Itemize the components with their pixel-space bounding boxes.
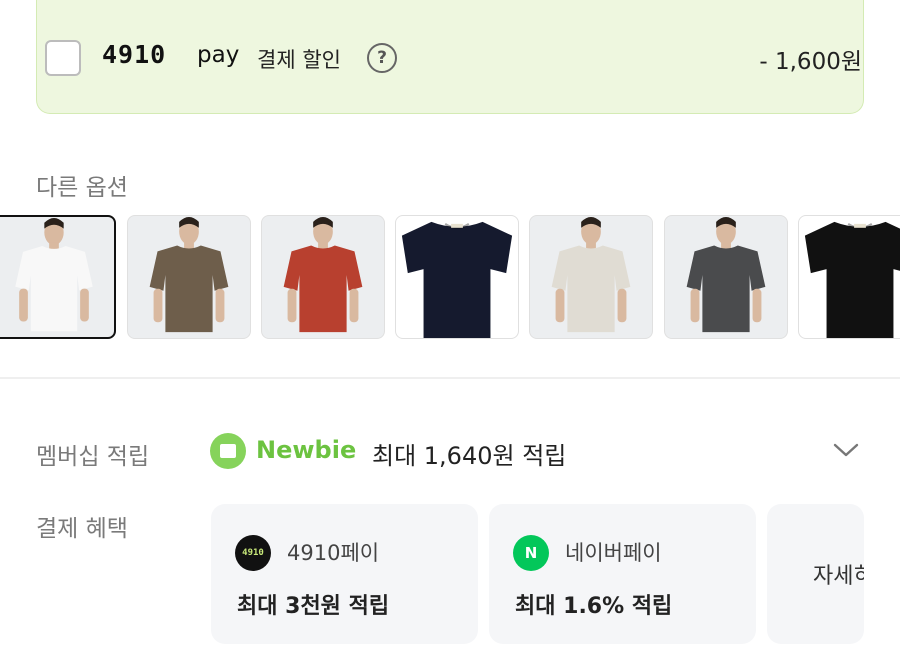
4910pay-icon: 4910 bbox=[235, 535, 271, 571]
card-name: 4910페이 bbox=[287, 541, 380, 565]
tshirt-image bbox=[686, 216, 766, 333]
chevron-down-icon[interactable] bbox=[832, 440, 860, 460]
naverpay-icon: N bbox=[513, 535, 549, 571]
pay-discount-checkbox[interactable] bbox=[45, 40, 81, 76]
option-thumbnail-charcoal[interactable] bbox=[664, 215, 788, 339]
tshirt-image bbox=[149, 216, 229, 333]
option-thumbnail-red[interactable] bbox=[261, 215, 385, 339]
card-benefit: 최대 1.6% 적립 bbox=[515, 594, 673, 619]
membership-label: 멤버십 적립 bbox=[36, 444, 150, 470]
membership-points-text: 최대 1,640원 적립 bbox=[372, 442, 567, 470]
option-thumbnail-white[interactable] bbox=[0, 215, 116, 339]
pay-logo-suffix: pay bbox=[197, 42, 240, 68]
membership-grade: Newbie bbox=[256, 436, 357, 464]
option-thumbnail-beige[interactable] bbox=[529, 215, 653, 339]
tshirt-image bbox=[401, 221, 513, 338]
benefit-card-4910pay[interactable]: 4910 4910페이 최대 3천원 적립 bbox=[211, 504, 478, 644]
tshirt-image bbox=[283, 216, 363, 333]
tshirt-image bbox=[551, 216, 631, 333]
pay-discount-amount: - 1,600원 bbox=[759, 49, 862, 75]
option-thumbnail-brown[interactable] bbox=[127, 215, 251, 339]
card-name: 네이버페이 bbox=[565, 541, 662, 565]
section-divider bbox=[0, 377, 900, 379]
more-details-text: 자세히 bbox=[813, 564, 864, 589]
pay-logo: 4910 bbox=[102, 40, 167, 69]
newbie-grade-icon bbox=[210, 433, 246, 469]
other-options-title: 다른 옵션 bbox=[36, 175, 128, 201]
option-thumbnail-navy[interactable] bbox=[395, 215, 519, 339]
benefit-card-more[interactable]: 자세히 bbox=[767, 504, 864, 644]
help-icon[interactable]: ? bbox=[367, 43, 397, 73]
payment-benefits-label: 결제 혜택 bbox=[36, 516, 128, 542]
tshirt-image bbox=[15, 217, 93, 332]
pay-discount-label: 결제 할인 bbox=[257, 48, 341, 72]
option-thumbnail-black[interactable] bbox=[798, 215, 900, 339]
tshirt-image bbox=[804, 221, 900, 338]
card-benefit: 최대 3천원 적립 bbox=[237, 594, 390, 619]
benefit-card-naverpay[interactable]: N 네이버페이 최대 1.6% 적립 bbox=[489, 504, 756, 644]
